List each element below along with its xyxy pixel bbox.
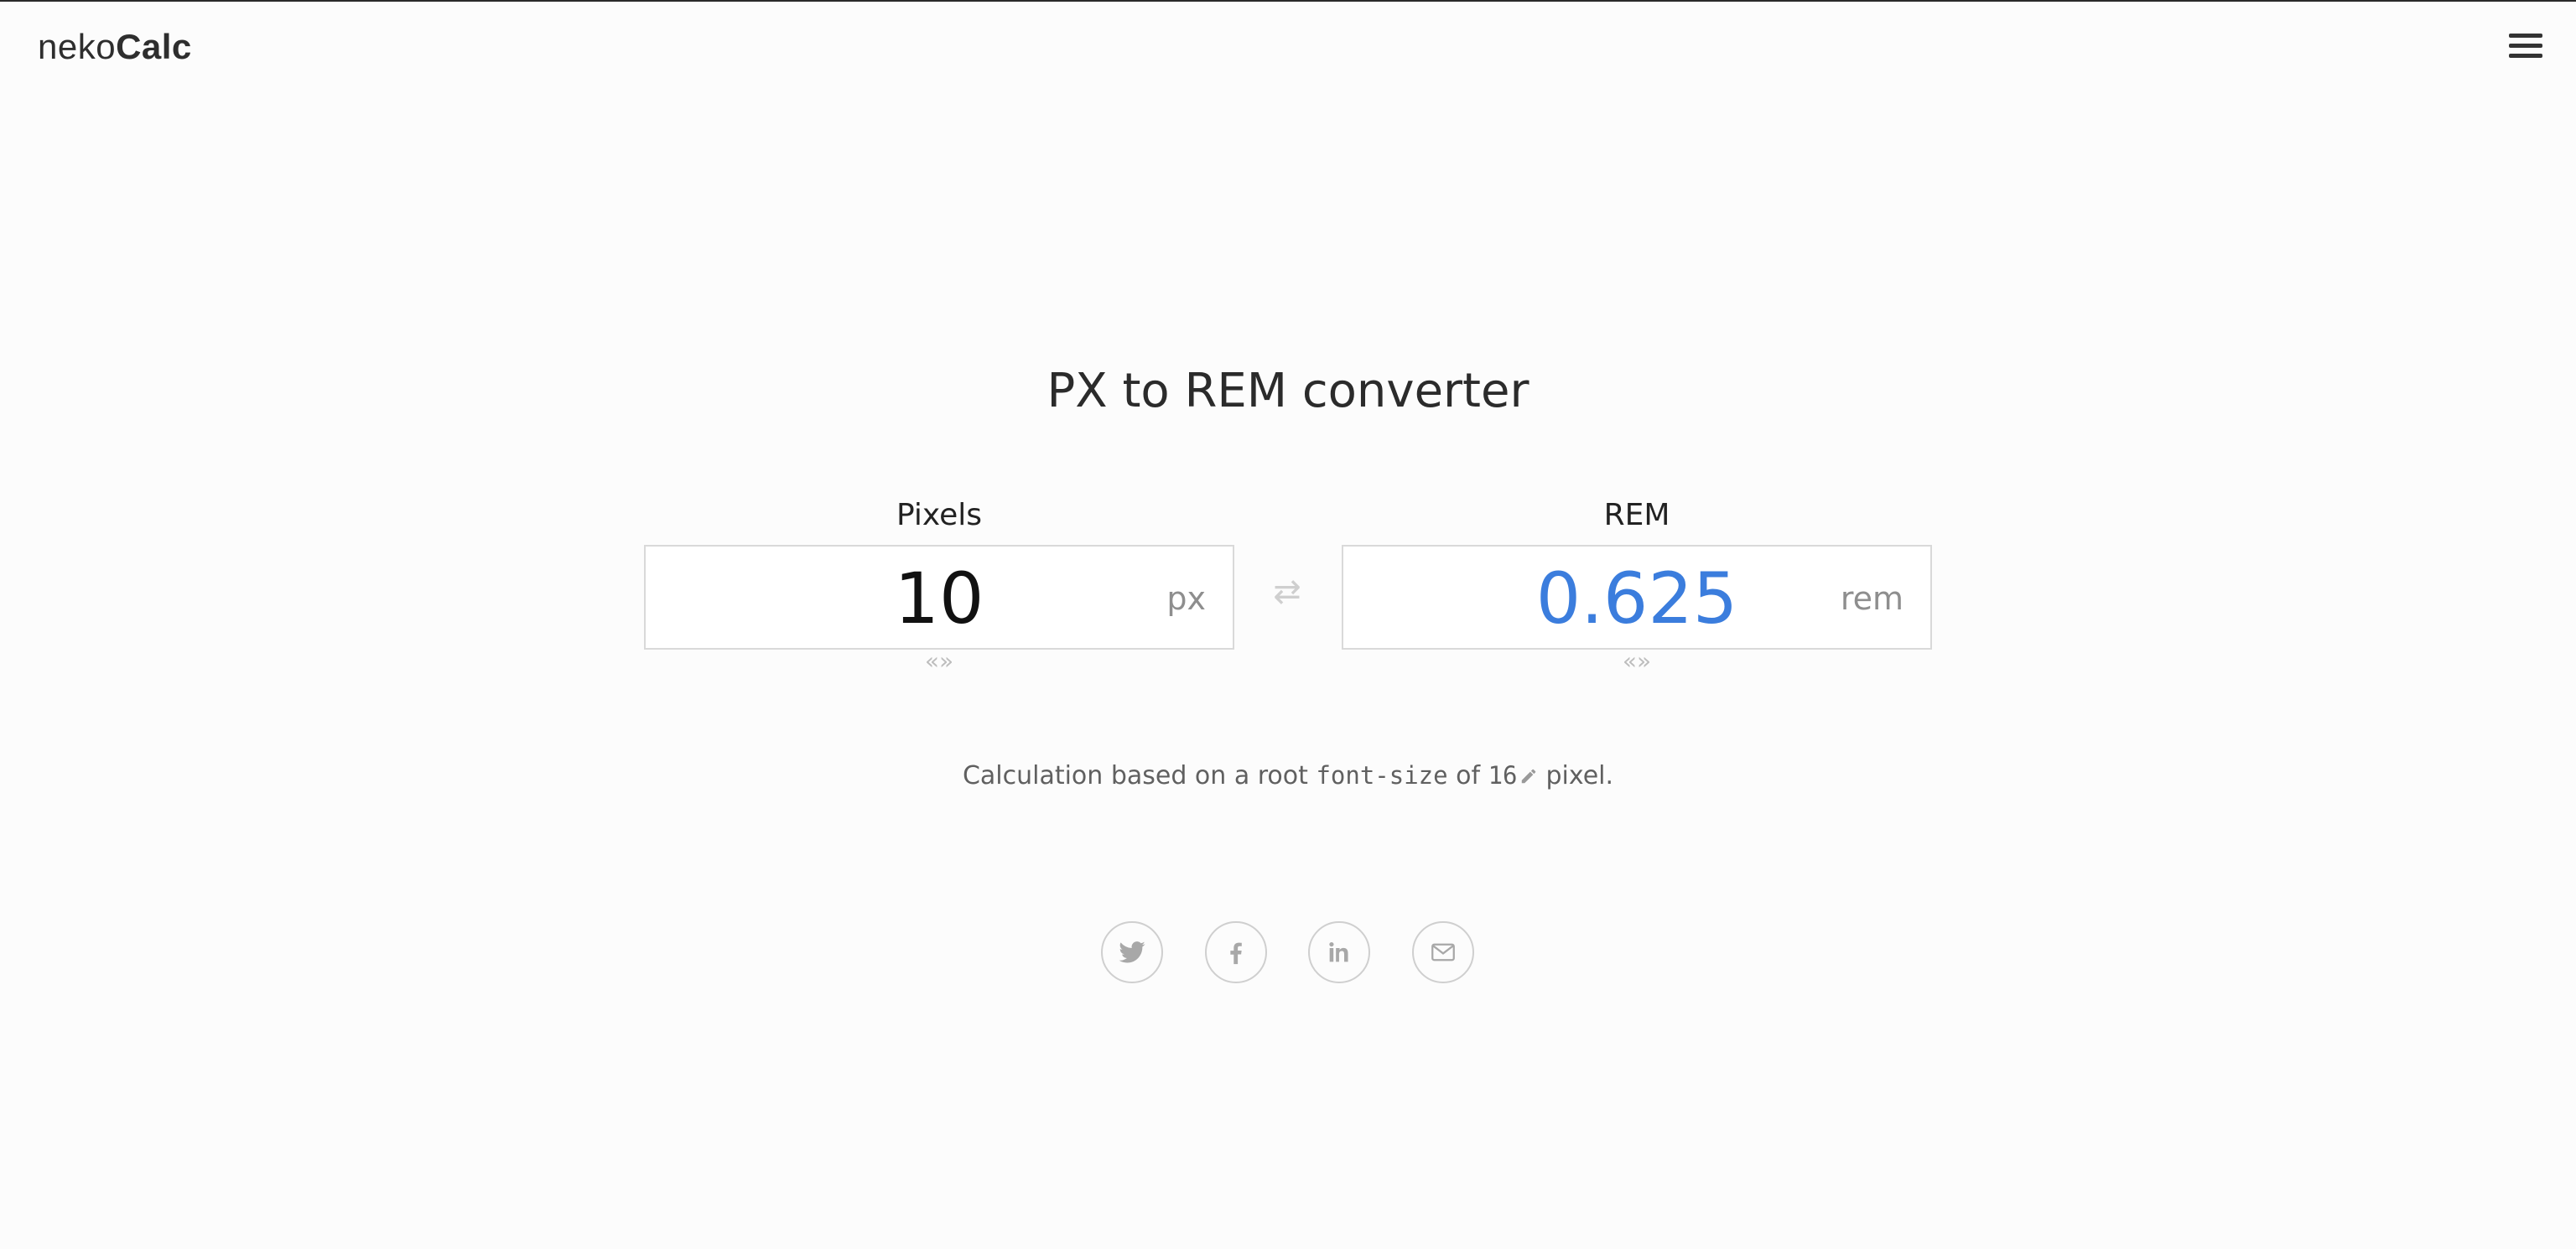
logo-light-text: neko (38, 27, 117, 66)
hamburger-menu-icon[interactable] (2509, 34, 2542, 62)
note-prefix: Calculation based on a root (962, 761, 1317, 790)
rem-resize-handle[interactable]: «» (1342, 647, 1932, 675)
root-font-size-value[interactable]: 16 (1488, 761, 1518, 790)
rem-label: REM (1603, 498, 1670, 532)
email-icon (1431, 943, 1455, 961)
pixels-resize-handle[interactable]: «» (644, 647, 1234, 675)
page-title: PX to REM converter (1046, 364, 1530, 418)
twitter-icon (1119, 941, 1145, 963)
note-code: font-size (1316, 761, 1448, 790)
logo[interactable]: nekoCalc (38, 27, 192, 67)
linkedin-icon (1329, 941, 1348, 962)
rem-input[interactable]: 0.625 rem (1342, 545, 1932, 650)
facebook-icon (1230, 942, 1242, 965)
calculation-note: Calculation based on a root font-size of… (0, 761, 2576, 790)
email-share-button[interactable] (1412, 921, 1474, 983)
pixels-input[interactable]: 10 px (644, 545, 1234, 650)
pencil-icon[interactable] (1519, 767, 1538, 785)
facebook-share-button[interactable] (1205, 921, 1267, 983)
rem-unit: rem (1840, 580, 1903, 617)
pixels-unit: px (1166, 580, 1206, 617)
swap-icon[interactable]: ⇄ (1270, 575, 1304, 609)
note-middle: of (1447, 761, 1488, 790)
linkedin-share-button[interactable] (1308, 921, 1370, 983)
pixels-label: Pixels (896, 498, 983, 532)
logo-bold-text: Calc (116, 27, 192, 66)
pixels-value[interactable]: 10 (646, 558, 1233, 639)
note-suffix: pixel. (1545, 761, 1614, 790)
twitter-share-button[interactable] (1101, 921, 1163, 983)
